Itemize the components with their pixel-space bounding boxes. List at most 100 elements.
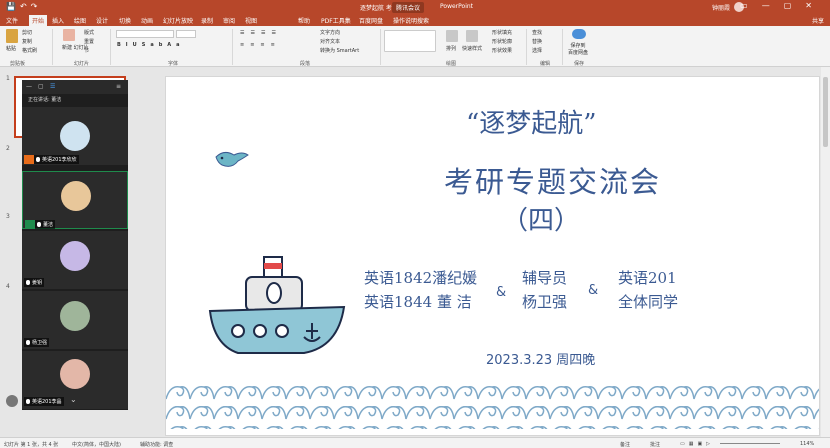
paste-button[interactable]: 粘贴 [6, 45, 16, 52]
slide-number: 3 [6, 213, 10, 220]
slide-title-line1: “逐梦起航” [466, 109, 597, 139]
minimize-icon[interactable]: — [26, 83, 32, 90]
font-name-box[interactable] [116, 30, 174, 38]
tab-help[interactable]: 帮助 [298, 16, 310, 25]
slide-title-line2: 考研专题交流会 [444, 165, 662, 199]
slide-canvas[interactable]: “逐梦起航” 考研专题交流会 （四） 英语1842潘纪媛 英语1844 董 洁 … [165, 76, 820, 436]
slide-date: 2023.3.23 周四晚 [486, 353, 596, 368]
menu-icon[interactable]: ≡ [116, 83, 121, 90]
tab-draw[interactable]: 绘图 [74, 16, 86, 25]
vertical-scrollbar[interactable] [821, 67, 830, 437]
replace-button[interactable]: 替换 [532, 38, 542, 45]
chevron-down-icon[interactable]: ⌄ [70, 395, 77, 404]
tab-animations[interactable]: 动画 [141, 16, 153, 25]
section-button[interactable]: 节 [84, 47, 89, 54]
arrange-button[interactable]: 排列 [446, 45, 456, 52]
align-buttons[interactable]: ≡≡≡≡ [240, 42, 281, 48]
quick-styles-icon[interactable] [466, 30, 478, 42]
arrange-icon[interactable] [446, 30, 458, 42]
participant-avatar [60, 301, 90, 331]
zoom-level[interactable]: 114% [800, 441, 814, 447]
divider [526, 29, 527, 65]
notes-button[interactable]: 备注 [620, 441, 630, 448]
quick-styles-button[interactable]: 快速样式 [462, 45, 482, 52]
wave-border [166, 383, 819, 429]
tab-view[interactable]: 视图 [245, 16, 257, 25]
tab-transitions[interactable]: 切换 [119, 16, 131, 25]
new-slide-icon[interactable] [63, 29, 75, 41]
participant-tile[interactable]: 董洁 [22, 171, 128, 229]
language-status[interactable]: 中文(简体，中国大陆) [72, 441, 121, 448]
chat-bubble-icon[interactable] [6, 395, 18, 407]
meeting-badge[interactable]: 腾讯会议 [392, 2, 425, 13]
paste-icon[interactable] [6, 29, 18, 43]
format-painter-button[interactable]: 格式刷 [22, 47, 37, 54]
find-button[interactable]: 查找 [532, 29, 542, 36]
save-baidu-button[interactable]: 保存到 百度网盘 [568, 42, 588, 56]
select-button[interactable]: 选择 [532, 47, 542, 54]
smartart-button[interactable]: 转换为 SmartArt [320, 47, 359, 54]
tell-me-search[interactable]: 操作说明搜索 [393, 16, 429, 25]
shape-outline-button[interactable]: 形状轮廓 [492, 38, 512, 45]
comments-button[interactable]: 批注 [650, 441, 660, 448]
participant-avatar [60, 121, 90, 151]
ampersand: & [496, 285, 507, 300]
participant-name: 英语201李晶 [24, 397, 64, 406]
view-buttons[interactable]: ▭▦▣▷ [680, 441, 714, 447]
divider [110, 29, 111, 65]
share-button[interactable]: 共享 [812, 16, 824, 25]
window-icon[interactable]: ▢ [38, 83, 44, 90]
scrollbar-thumb[interactable] [823, 77, 828, 147]
left-line1: 英语1842潘纪媛 [364, 269, 478, 287]
group-paragraph: 段落 [300, 61, 311, 67]
zoom-slider[interactable] [720, 443, 780, 444]
list-buttons[interactable]: ☰☰☰☰ [240, 30, 282, 36]
font-format-buttons[interactable]: BIUSabAa [117, 42, 185, 48]
mic-icon [36, 157, 40, 162]
font-size-box[interactable] [176, 30, 196, 38]
user-name[interactable]: 钟丽霞 [712, 3, 730, 12]
tab-file[interactable]: 文件 [6, 16, 18, 25]
group-slides: 幻灯片 [74, 61, 90, 67]
status-bar: 幻灯片 第 1 张，共 4 张 中文(简体，中国大陆) 辅助功能: 调查 备注 … [0, 437, 830, 448]
slide-number: 1 [6, 75, 10, 82]
ribbon: 粘贴 剪切 复制 格式刷 剪贴板 新建 幻灯片 版式 重置 节 幻灯片 BIUS… [0, 26, 830, 67]
tab-slideshow[interactable]: 幻灯片放映 [163, 16, 193, 25]
baidu-cloud-icon[interactable] [572, 29, 586, 39]
shapes-gallery[interactable] [384, 30, 436, 52]
text-direction-button[interactable]: 文字方向 [320, 29, 340, 36]
participant-tile[interactable]: 杨卫强 [22, 291, 128, 349]
divider [562, 29, 563, 65]
participant-tile[interactable]: 姜钥 [22, 231, 128, 289]
tab-review[interactable]: 审阅 [223, 16, 235, 25]
mic-icon [26, 399, 30, 404]
shape-effects-button[interactable]: 形状效果 [492, 47, 512, 54]
group-drawing: 绘图 [446, 61, 457, 67]
participant-name: 董洁 [35, 220, 56, 229]
host-badge [24, 155, 34, 164]
group-editing: 编辑 [540, 61, 551, 67]
align-text-button[interactable]: 对齐文本 [320, 38, 340, 45]
divider [380, 29, 381, 65]
shape-fill-button[interactable]: 形状填充 [492, 29, 512, 36]
window-controls[interactable]: ▭—▢✕ [740, 1, 826, 10]
layout-button[interactable]: 版式 [84, 29, 94, 36]
tab-record[interactable]: 录制 [201, 16, 213, 25]
tab-home[interactable]: 开始 [29, 15, 48, 26]
copy-button[interactable]: 复制 [22, 38, 32, 45]
tab-design[interactable]: 设计 [96, 16, 108, 25]
accessibility-status[interactable]: 辅助功能: 调查 [140, 441, 173, 448]
right-line1: 英语201 [618, 269, 677, 287]
app-name: PowerPoint [440, 3, 474, 10]
quick-access-toolbar[interactable]: 💾↶↷ [6, 2, 41, 11]
tab-insert[interactable]: 插入 [52, 16, 64, 25]
participant-tile[interactable]: 英语201李欣欣 [22, 107, 128, 165]
list-icon[interactable]: ☰ [50, 83, 55, 90]
speaking-indicator: 正在讲话: 董洁 [28, 97, 62, 103]
tab-pdf[interactable]: PDF工具集 [321, 16, 351, 25]
bird-illustration [215, 151, 249, 167]
left-line2: 英语1844 董 洁 [364, 293, 472, 311]
tab-baidu[interactable]: 百度网盘 [359, 16, 383, 25]
cut-button[interactable]: 剪切 [22, 29, 32, 36]
reset-button[interactable]: 重置 [84, 38, 94, 45]
